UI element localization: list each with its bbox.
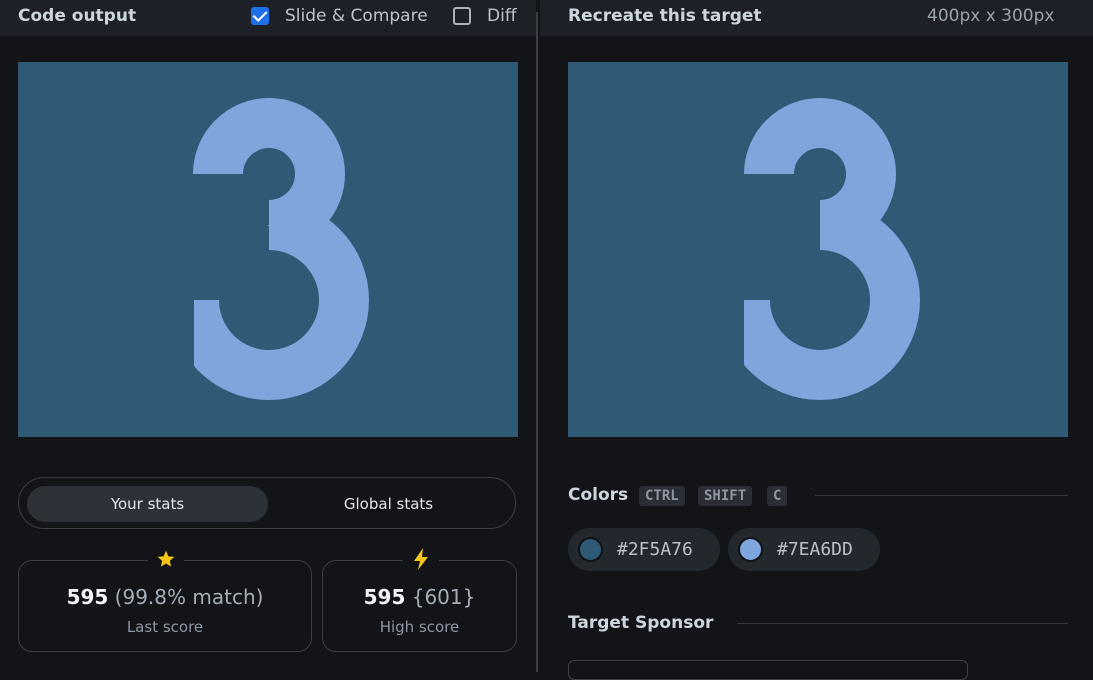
- color-hex-2: #7EA6DD: [777, 539, 853, 560]
- last-score-label: Last score: [126, 618, 204, 636]
- last-score-number: 595: [66, 585, 109, 609]
- panel-divider[interactable]: [536, 12, 538, 672]
- high-score-number: 595: [363, 585, 406, 609]
- stats-tab-switch: Your stats Global stats: [18, 477, 516, 529]
- code-output-canvas[interactable]: [18, 62, 518, 437]
- high-score-label: High score: [379, 618, 460, 636]
- color-hex-1: #2F5A76: [617, 539, 693, 560]
- high-score-detail: {601}: [411, 585, 476, 609]
- last-score-match: (99.8% match): [114, 585, 264, 609]
- shortcut-key-ctrl: CTRL: [639, 486, 685, 506]
- color-dot-2: [738, 537, 763, 562]
- shortcut-key-c: C: [767, 486, 788, 506]
- high-score-card: 595 {601} High score: [322, 547, 517, 652]
- color-swatch-1[interactable]: #2F5A76: [568, 528, 720, 571]
- code-output-title: Code output: [18, 6, 137, 26]
- high-score-value: 595 {601}: [323, 585, 516, 609]
- color-dot-1: [578, 537, 603, 562]
- output-digit-three: [164, 98, 369, 427]
- sponsor-box[interactable]: [568, 660, 968, 680]
- recreate-target-title: Recreate this target: [568, 6, 762, 26]
- last-score-value: 595 (99.8% match): [19, 585, 311, 609]
- target-digit-three: [714, 98, 920, 427]
- sponsor-divider: [737, 623, 1068, 624]
- colors-title: Colors: [568, 485, 629, 505]
- star-icon: [148, 547, 184, 571]
- target-sponsor-title: Target Sponsor: [568, 613, 714, 633]
- tab-global-stats[interactable]: Global stats: [268, 486, 509, 522]
- shortcut-key-shift: SHIFT: [698, 486, 753, 506]
- diff-checkbox[interactable]: [453, 7, 471, 25]
- slide-compare-checkbox[interactable]: [251, 7, 269, 25]
- tab-your-stats[interactable]: Your stats: [27, 486, 268, 522]
- diff-label[interactable]: Diff: [487, 6, 517, 26]
- colors-divider: [815, 495, 1068, 496]
- lightning-icon: [403, 547, 439, 571]
- slide-compare-label[interactable]: Slide & Compare: [285, 6, 428, 26]
- color-swatch-2[interactable]: #7EA6DD: [728, 528, 880, 571]
- last-score-card: 595 (99.8% match) Last score: [18, 547, 312, 652]
- target-canvas: [568, 62, 1068, 437]
- target-dimensions: 400px x 300px: [927, 6, 1055, 26]
